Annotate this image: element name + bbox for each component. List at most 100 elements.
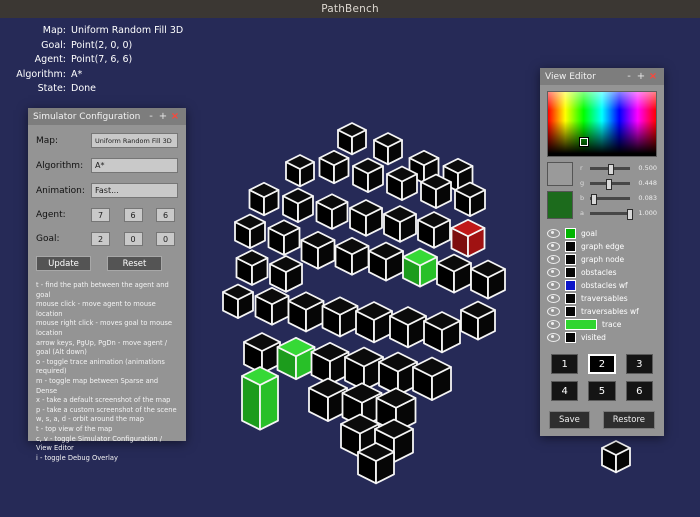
window-titlebar[interactable]: PathBench <box>0 0 700 18</box>
view-element-row-traversables[interactable]: traversables <box>547 292 657 305</box>
view-element-row-obstacles[interactable]: obstacles <box>547 266 657 279</box>
agent-coord-1-input[interactable]: 6 <box>124 208 143 222</box>
element-color-swatch-obstacles-wf[interactable] <box>565 280 576 291</box>
r-slider-handle[interactable] <box>608 164 614 175</box>
status-row-goal: Goal:Point(2, 0, 0) <box>4 39 183 54</box>
view-element-row-graph-edge[interactable]: graph edge <box>547 240 657 253</box>
g-slider[interactable] <box>590 182 630 185</box>
element-color-swatch-traversables-wf[interactable] <box>565 306 576 317</box>
goal-coord-0-input[interactable]: 2 <box>91 232 110 246</box>
vieweditor-body: r0.500g0.448b0.083a1.000 goalgraph edgeg… <box>540 85 664 429</box>
view-slot-1-button[interactable]: 1 <box>551 354 578 374</box>
element-label-trace: trace <box>602 320 621 329</box>
view-element-row-traversables-wf[interactable]: traversables wf <box>547 305 657 318</box>
trace-cube <box>242 367 278 430</box>
simconfig-detach-button[interactable]: + <box>157 108 169 125</box>
status-label-map: Map: <box>4 24 66 39</box>
element-color-swatch-obstacles[interactable] <box>565 267 576 278</box>
view-element-row-trace[interactable]: trace <box>547 318 657 331</box>
obstacle-cube <box>283 189 313 223</box>
element-label-graph-edge: graph edge <box>581 242 624 251</box>
agent-coord-0-input[interactable]: 7 <box>91 208 110 222</box>
vieweditor-detach-button[interactable]: + <box>635 68 647 85</box>
view-slot-2-button[interactable]: 2 <box>588 354 615 374</box>
a-slider[interactable] <box>590 212 630 215</box>
animation-dropdown[interactable]: Fast... <box>91 183 178 198</box>
reset-button[interactable]: Reset <box>107 256 162 271</box>
agent-coord-2-input[interactable]: 6 <box>156 208 175 222</box>
goal-coord-1-input[interactable]: 0 <box>124 232 143 246</box>
keyboard-help-text: t - find the path between the agent and … <box>36 281 178 463</box>
restore-button[interactable]: Restore <box>603 411 655 429</box>
obstacle-cube <box>356 302 392 342</box>
obstacle-cube <box>323 297 358 336</box>
visibility-eye-icon[interactable] <box>547 333 560 342</box>
view-slot-5-button[interactable]: 5 <box>588 381 615 401</box>
simconfig-close-button[interactable]: × <box>169 108 181 125</box>
vieweditor-titlebar[interactable]: View Editor - + × <box>540 68 664 85</box>
color-picker-gradient[interactable] <box>547 91 657 157</box>
help-line-6: x - take a default screenshot of the map <box>36 396 178 406</box>
g-slider-handle[interactable] <box>606 179 612 190</box>
visibility-eye-icon[interactable] <box>547 229 560 238</box>
obstacle-cube <box>384 206 416 242</box>
obstacle-cube <box>256 288 289 325</box>
obstacle-cube <box>437 255 471 293</box>
obstacle-cube <box>353 159 383 193</box>
view-element-row-obstacles-wf[interactable]: obstacles wf <box>547 279 657 292</box>
current-color-swatch[interactable] <box>547 162 573 186</box>
view-slot-3-button[interactable]: 3 <box>626 354 653 374</box>
help-line-4: o - toggle trace animation (animations r… <box>36 358 178 377</box>
pathbench-window: { "window": { "title": "PathBench" }, "w… <box>0 0 700 517</box>
vieweditor-close-button[interactable]: × <box>647 68 659 85</box>
help-line-11: i - toggle Debug Overlay <box>36 454 178 464</box>
animation-label: Animation: <box>36 186 91 196</box>
obstacle-cube <box>350 200 382 236</box>
view-element-row-visited[interactable]: visited <box>547 331 657 344</box>
map-dropdown[interactable]: Uniform Random Fill 3D <box>91 133 178 148</box>
goal-coord-2-input[interactable]: 0 <box>156 232 175 246</box>
color-picker-marker[interactable] <box>580 138 588 146</box>
visibility-eye-icon[interactable] <box>547 281 560 290</box>
visibility-eye-icon[interactable] <box>547 255 560 264</box>
visibility-eye-icon[interactable] <box>547 294 560 303</box>
view-slot-6-button[interactable]: 6 <box>626 381 653 401</box>
a-slider-handle[interactable] <box>627 209 633 220</box>
vieweditor-minimize-button[interactable]: - <box>623 68 635 85</box>
element-color-swatch-traversables[interactable] <box>565 293 576 304</box>
status-label-agent: Agent: <box>4 53 66 68</box>
simconfig-button-row: Update Reset <box>36 256 178 271</box>
help-line-9: t - top view of the map <box>36 425 178 435</box>
simconfig-titlebar[interactable]: Simulator Configuration - + × <box>28 108 186 125</box>
status-value-agent: Point(7, 6, 6) <box>71 53 132 68</box>
algorithm-dropdown[interactable]: A* <box>91 158 178 173</box>
element-color-swatch-graph-node[interactable] <box>565 254 576 265</box>
update-button[interactable]: Update <box>36 256 91 271</box>
element-color-swatch-visited[interactable] <box>565 332 576 343</box>
agent-field-row: Agent: 766 <box>36 208 178 222</box>
save-button[interactable]: Save <box>549 411 590 429</box>
view-element-row-graph-node[interactable]: graph node <box>547 253 657 266</box>
visibility-eye-icon[interactable] <box>547 307 560 316</box>
help-line-7: p - take a custom screenshot of the scen… <box>36 406 178 416</box>
r-slider[interactable] <box>590 167 630 170</box>
r-slider-row: r0.500 <box>580 162 657 174</box>
view-slot-4-button[interactable]: 4 <box>551 381 578 401</box>
b-channel-label: b <box>580 194 587 202</box>
visibility-eye-icon[interactable] <box>547 268 560 277</box>
visibility-eye-icon[interactable] <box>547 242 560 251</box>
simconfig-title: Simulator Configuration <box>33 112 145 122</box>
obstacle-cube <box>390 307 426 347</box>
agent-coordinate-inputs: 766 <box>91 208 178 222</box>
element-color-swatch-trace[interactable] <box>565 319 597 330</box>
element-color-swatch-graph-edge[interactable] <box>565 241 576 252</box>
view-element-row-goal[interactable]: goal <box>547 227 657 240</box>
b-slider-handle[interactable] <box>591 194 597 205</box>
obstacle-cube <box>320 151 349 183</box>
b-slider[interactable] <box>590 197 630 200</box>
simconfig-minimize-button[interactable]: - <box>145 108 157 125</box>
element-color-swatch-goal[interactable] <box>565 228 576 239</box>
element-color-preview-swatch[interactable] <box>547 191 573 219</box>
visibility-eye-icon[interactable] <box>547 320 560 329</box>
obstacle-cube <box>338 123 366 154</box>
